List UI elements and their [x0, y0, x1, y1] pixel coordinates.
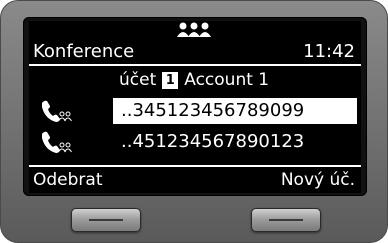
clock: 11:42	[303, 41, 355, 62]
right-softkey-button[interactable]	[251, 208, 321, 232]
account-info: účet 1 Account 1	[119, 69, 269, 91]
account-line: účet 1 Account 1	[29, 69, 361, 93]
account-name: Account 1	[184, 70, 270, 90]
conference-participant-row[interactable]: ..451234567890123	[29, 129, 361, 155]
phone-device: Konference 11:42 účet 1 Account 1 ..3451…	[0, 0, 388, 243]
softkey-remove-label[interactable]: Odebrat	[33, 169, 103, 191]
handset-conference-icon	[42, 131, 72, 153]
account-prefix: účet	[119, 70, 157, 90]
participant-number-box[interactable]: ..451234567890123	[113, 129, 357, 155]
participant-number: ..345123456789099	[121, 100, 305, 121]
screen-title: Konference	[33, 41, 135, 62]
participant-number: ..451234567890123	[121, 131, 305, 152]
title-bar: Konference 11:42	[29, 38, 361, 66]
handset-conference-icon	[42, 100, 72, 122]
conference-people-icon	[177, 22, 211, 37]
softkey-new-account-label[interactable]: Nový úč.	[281, 169, 355, 191]
softkey-bar: Odebrat Nový úč.	[29, 165, 361, 193]
left-softkey-button[interactable]	[71, 208, 141, 232]
title-divider	[29, 64, 361, 66]
participant-number-selected[interactable]: ..345123456789099	[113, 98, 357, 124]
account-number-badge: 1	[162, 71, 179, 89]
conference-participant-row[interactable]: ..345123456789099	[29, 98, 361, 124]
display-screen: Konference 11:42 účet 1 Account 1 ..3451…	[29, 21, 361, 193]
